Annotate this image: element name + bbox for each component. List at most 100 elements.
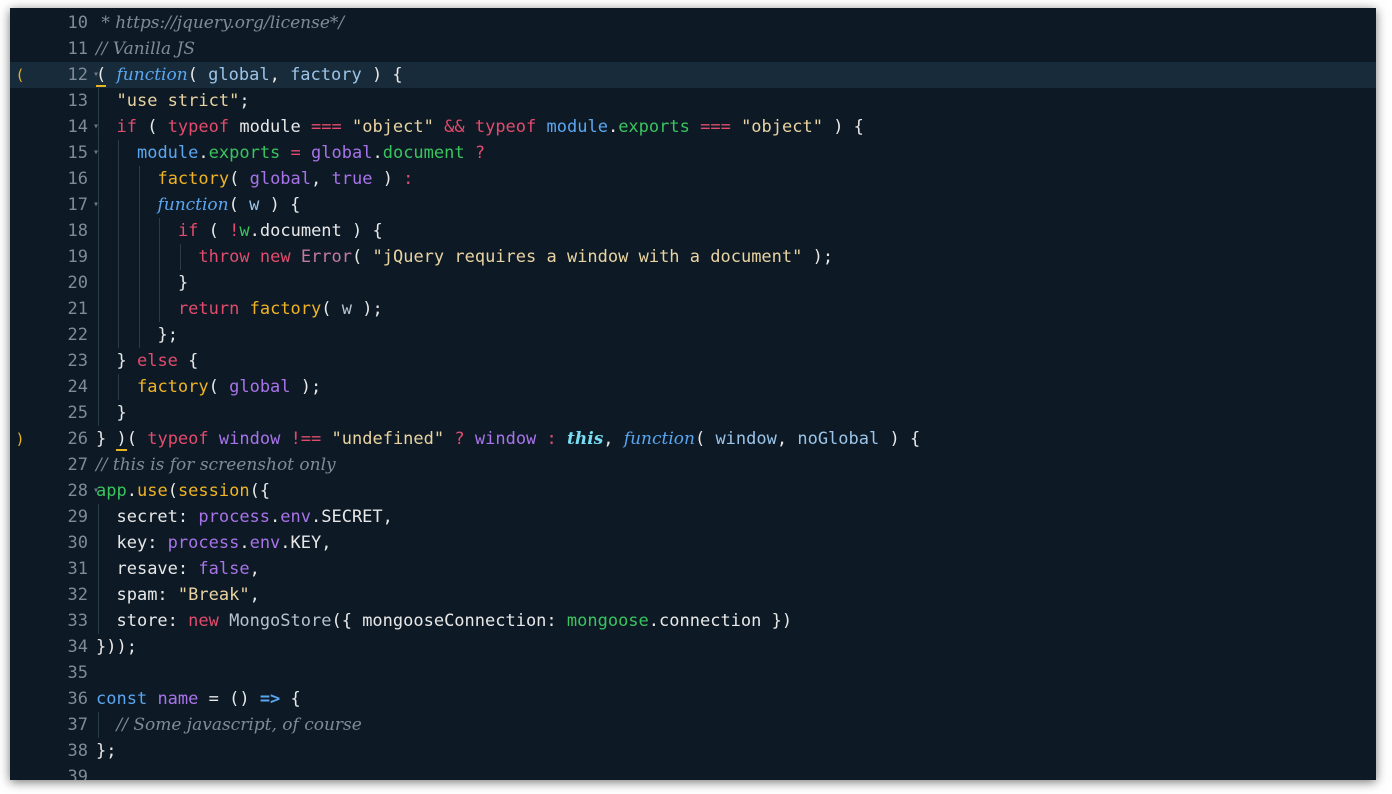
code-token: factory bbox=[290, 65, 362, 85]
code-token: , bbox=[249, 559, 260, 579]
code-token: use bbox=[136, 481, 168, 501]
code-text: spam: "Break", bbox=[96, 582, 260, 608]
indent-guide bbox=[137, 166, 157, 192]
code-text: } bbox=[96, 270, 188, 296]
code-line[interactable]: 28 ▾ app.use(session({ bbox=[10, 478, 1376, 504]
code-text: resave: false, bbox=[96, 556, 260, 582]
code-line[interactable]: 14 ▾ if ( typeof module === "object" && t… bbox=[10, 114, 1376, 140]
code-token: // Some javascript, of course bbox=[116, 715, 362, 735]
code-line[interactable]: 31 resave: false, bbox=[10, 556, 1376, 582]
code-token: mongoose bbox=[566, 611, 649, 631]
code-text: key: process.env.KEY, bbox=[96, 530, 331, 556]
code-line[interactable]: 39 bbox=[10, 764, 1376, 780]
code-line[interactable]: ) 26} )( typeof window !== "undefined" ? … bbox=[10, 426, 1376, 452]
code-area[interactable]: 10 * https://jquery.org/license*/ 11 // Va… bbox=[10, 10, 1376, 780]
code-line[interactable]: 21 return factory( w ); bbox=[10, 296, 1376, 322]
code-token: key: bbox=[116, 533, 168, 553]
code-line[interactable]: 20 } bbox=[10, 270, 1376, 296]
code-line[interactable]: 29 secret: process.env.SECRET, bbox=[10, 504, 1376, 530]
code-token: ( bbox=[126, 429, 148, 449]
code-token: typeof bbox=[147, 429, 209, 449]
code-line[interactable]: 34})); bbox=[10, 634, 1376, 660]
code-token: env bbox=[280, 507, 311, 527]
code-token: ) { bbox=[259, 195, 301, 215]
indent-guide bbox=[137, 218, 157, 244]
line-number: 16 bbox=[67, 169, 88, 189]
line-number: 34 bbox=[67, 637, 88, 657]
code-text: }; bbox=[96, 738, 116, 764]
code-line[interactable]: 13 "use strict"; bbox=[10, 88, 1376, 114]
code-token: ) { bbox=[361, 65, 403, 85]
code-text: } bbox=[96, 400, 127, 426]
code-token: ) bbox=[116, 429, 127, 451]
code-token: function bbox=[116, 65, 188, 85]
code-line[interactable]: 36 const name = () => { bbox=[10, 686, 1376, 712]
code-token: typeof bbox=[474, 117, 537, 137]
code-line[interactable]: 30 key: process.env.KEY, bbox=[10, 530, 1376, 556]
line-number: 11 bbox=[67, 39, 88, 59]
indent-guide bbox=[116, 192, 136, 218]
code-line[interactable]: 33 store: new MongoStore({ mongooseConne… bbox=[10, 608, 1376, 634]
code-token: Error bbox=[300, 247, 353, 267]
code-line[interactable]: 35 bbox=[10, 660, 1376, 686]
line-number: 32 bbox=[67, 585, 88, 605]
code-token: factory bbox=[249, 299, 322, 319]
code-token: } bbox=[177, 273, 189, 293]
bracket-match-marker: ( bbox=[15, 66, 25, 84]
code-token: ) { bbox=[879, 429, 921, 449]
code-line[interactable]: 24 factory( global ); bbox=[10, 374, 1376, 400]
indent-guide bbox=[157, 270, 177, 296]
code-line[interactable]: 19 throw new Error( "jQuery requires a w… bbox=[10, 244, 1376, 270]
code-token: window bbox=[218, 429, 281, 449]
code-line[interactable]: 22 }; bbox=[10, 322, 1376, 348]
code-line[interactable]: 18 if ( !w.document ) { bbox=[10, 218, 1376, 244]
code-token: new bbox=[259, 247, 291, 267]
line-number: 37 bbox=[67, 715, 88, 735]
code-token: , bbox=[603, 429, 624, 449]
indent-guide bbox=[96, 504, 116, 530]
code-token: exports bbox=[618, 117, 690, 137]
code-line[interactable]: 10 * https://jquery.org/license*/ bbox=[10, 10, 1376, 36]
code-line[interactable]: 16 factory( global, true ) : bbox=[10, 166, 1376, 192]
code-token: typeof bbox=[167, 117, 230, 137]
code-token: ) { bbox=[341, 221, 383, 241]
indent-guide bbox=[157, 218, 177, 244]
code-line[interactable]: (12 ▾( function( global, factory ) { bbox=[10, 62, 1376, 88]
indent-guide bbox=[96, 270, 116, 296]
indent-guide bbox=[137, 244, 157, 270]
code-token: && bbox=[444, 117, 465, 137]
code-token: ( bbox=[198, 221, 230, 241]
code-token: }; bbox=[96, 741, 117, 761]
code-token: new bbox=[188, 611, 219, 631]
line-number: 18 bbox=[67, 221, 88, 241]
code-text: if ( typeof module === "object" && typeo… bbox=[96, 114, 864, 140]
code-token: exports bbox=[208, 143, 281, 163]
indent-guide bbox=[96, 114, 116, 140]
code-token: ( bbox=[136, 117, 168, 137]
code-token: * https://jquery.org/license*/ bbox=[96, 13, 345, 33]
code-text: factory( global, true ) : bbox=[96, 166, 413, 192]
code-line[interactable]: 11 // Vanilla JS bbox=[10, 36, 1376, 62]
code-line[interactable]: 23 } else { bbox=[10, 348, 1376, 374]
indent-guide bbox=[116, 218, 136, 244]
line-number: 30 bbox=[67, 533, 88, 553]
code-token: connection bbox=[659, 611, 762, 631]
indent-guide bbox=[96, 140, 116, 166]
code-line[interactable]: 17 ▾ function( w ) { bbox=[10, 192, 1376, 218]
code-line[interactable]: 37 // Some javascript, of course bbox=[10, 712, 1376, 738]
code-line[interactable]: 15 ▾ module.exports = global.document ? bbox=[10, 140, 1376, 166]
code-token: // this is for screenshot only bbox=[96, 455, 336, 475]
code-line[interactable]: 32 spam: "Break", bbox=[10, 582, 1376, 608]
code-line[interactable]: 25 } bbox=[10, 400, 1376, 426]
code-line[interactable]: 27 // this is for screenshot only bbox=[10, 452, 1376, 478]
code-editor[interactable]: 10 * https://jquery.org/license*/ 11 // Va… bbox=[10, 8, 1376, 780]
code-line[interactable]: 38}; bbox=[10, 738, 1376, 764]
code-token: "Break" bbox=[177, 585, 250, 605]
